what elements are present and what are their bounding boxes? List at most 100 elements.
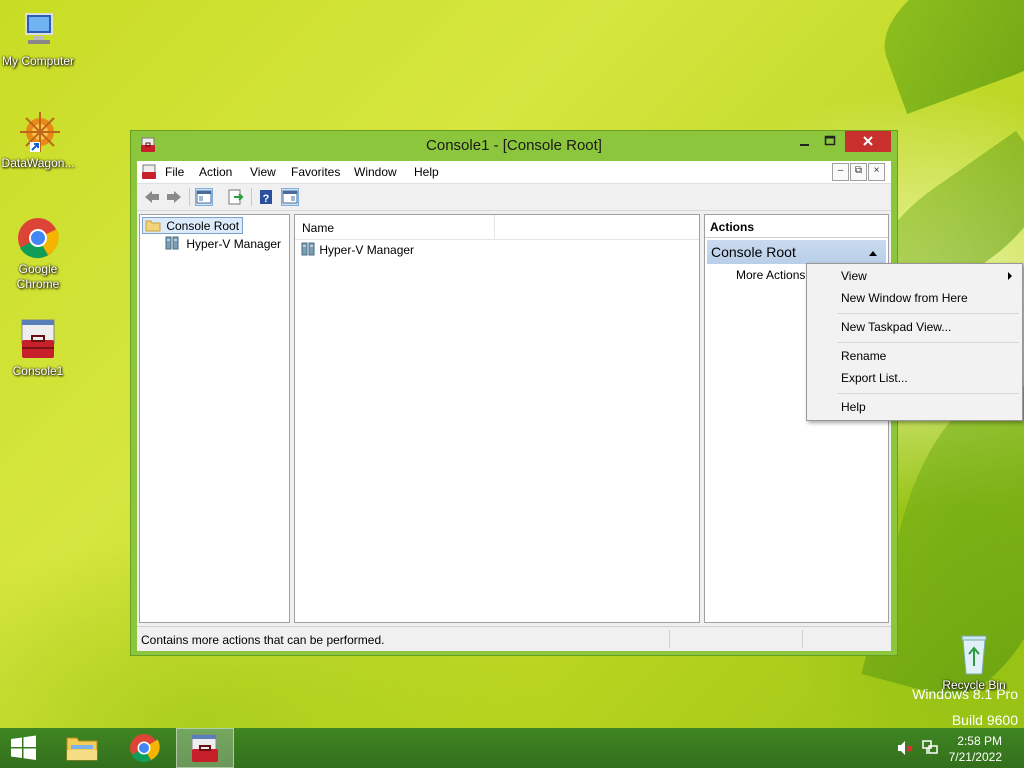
window-title: Console1 - [Console Root] xyxy=(426,137,602,154)
tree-node-label: Hyper-V Manager xyxy=(186,237,282,251)
mdi-minimize-button[interactable]: – xyxy=(832,163,849,181)
export-list-icon xyxy=(228,189,244,205)
toolbar-separator xyxy=(251,188,252,206)
window-client: File Action View Favorites Window Help –… xyxy=(137,161,891,651)
menu-bar: File Action View Favorites Window Help –… xyxy=(137,161,891,184)
start-button[interactable] xyxy=(6,734,40,762)
maximize-button[interactable] xyxy=(817,131,843,153)
folder-icon xyxy=(145,220,161,232)
action-item-label: More Actions xyxy=(736,268,806,282)
actions-header-label: Actions xyxy=(710,220,755,234)
desktop-icon-console1[interactable]: Console1 xyxy=(0,318,76,379)
menu-help[interactable]: Help xyxy=(414,165,439,179)
context-menu-item-new-taskpad-view[interactable]: New Taskpad View... xyxy=(841,320,951,334)
toolbar-separator xyxy=(189,188,190,206)
close-icon xyxy=(863,136,873,146)
taskbar-google-chrome[interactable] xyxy=(115,728,173,768)
desktop-icon-label: Console1 xyxy=(12,364,64,378)
clock-time: 2:58 PM xyxy=(957,734,1002,748)
console-tree-pane[interactable]: Console Root Hyper-V Manager xyxy=(139,214,290,623)
list-item[interactable]: Hyper-V Manager xyxy=(300,242,414,257)
desktop-icon-label: My Computer xyxy=(1,54,75,68)
minimize-button[interactable] xyxy=(791,131,817,153)
menu-separator xyxy=(837,342,1019,343)
menu-action[interactable]: Action xyxy=(199,165,232,179)
menu-favorites[interactable]: Favorites xyxy=(291,165,340,179)
taskbar-console1[interactable] xyxy=(176,728,234,768)
file-explorer-icon xyxy=(66,737,98,761)
export-list-button[interactable] xyxy=(227,188,245,206)
tree-node-console-root[interactable]: Console Root xyxy=(142,217,244,234)
menu-separator xyxy=(837,313,1019,314)
context-menu: View New Window from Here New Taskpad Vi… xyxy=(806,263,1023,421)
desktop-icon-datawagon[interactable]: DataWagon... xyxy=(0,110,76,171)
help-button[interactable]: ? xyxy=(257,188,275,206)
desktop-icon-label: DataWagon... xyxy=(1,156,75,170)
status-text: Contains more actions that can be perfor… xyxy=(141,633,385,647)
os-watermark: Windows 8.1 Pro Build 9600 xyxy=(818,686,1018,728)
toolbar: ? xyxy=(137,184,891,211)
context-menu-item-view[interactable]: View xyxy=(841,269,867,283)
minimize-icon xyxy=(800,144,809,146)
actions-section-header[interactable]: Console Root xyxy=(707,240,886,264)
taskbar: 2:58 PM 7/21/2022 xyxy=(0,728,1024,768)
menu-file[interactable]: File xyxy=(165,165,184,179)
wallpaper-leaf xyxy=(866,0,1024,115)
context-menu-item-help[interactable]: Help xyxy=(841,400,866,414)
results-pane[interactable]: Name Hyper-V Manager xyxy=(294,214,700,623)
list-header: Name xyxy=(295,215,699,240)
actions-header: Actions xyxy=(705,215,888,238)
show-hide-action-pane-button[interactable] xyxy=(281,188,299,206)
desktop-icon-my-computer[interactable]: My Computer xyxy=(0,8,76,69)
action-pane-icon xyxy=(282,190,298,204)
context-menu-item-rename[interactable]: Rename xyxy=(841,349,886,363)
back-button[interactable] xyxy=(143,188,161,206)
volume-muted-icon xyxy=(898,741,913,755)
desktop-icon-recycle-bin[interactable]: Recycle Bin xyxy=(936,632,1012,693)
menu-view[interactable]: View xyxy=(250,165,276,179)
actions-section-label: Console Root xyxy=(711,244,796,260)
taskbar-clock[interactable]: 2:58 PM 7/21/2022 xyxy=(949,733,1002,765)
column-divider[interactable] xyxy=(494,215,495,239)
list-item-label: Hyper-V Manager xyxy=(319,243,415,257)
svg-text:?: ? xyxy=(263,193,270,205)
menu-window[interactable]: Window xyxy=(354,165,397,179)
column-header-name[interactable]: Name xyxy=(302,221,334,235)
clock-date: 7/21/2022 xyxy=(948,750,1002,764)
submenu-arrow-icon xyxy=(1008,272,1012,280)
desktop-icon-google-chrome[interactable]: Google Chrome xyxy=(0,216,76,292)
action-item-more-actions[interactable]: More Actions xyxy=(736,268,805,282)
network-button[interactable] xyxy=(920,740,940,756)
chrome-icon xyxy=(16,216,60,260)
recycle-bin-icon xyxy=(952,632,996,676)
context-menu-item-export-list[interactable]: Export List... xyxy=(841,371,908,385)
forward-button[interactable] xyxy=(165,188,183,206)
volume-button[interactable] xyxy=(896,740,914,756)
datawagon-icon xyxy=(16,110,60,154)
console-toolbox-icon xyxy=(16,318,60,362)
hyper-v-server-icon xyxy=(165,236,179,250)
close-button[interactable] xyxy=(845,131,891,152)
document-icon[interactable] xyxy=(141,164,157,180)
context-menu-item-new-window-from-here[interactable]: New Window from Here xyxy=(841,291,968,305)
desktop-icon-label: Google Chrome xyxy=(16,262,60,291)
computer-icon xyxy=(16,8,60,52)
collapse-arrow-icon[interactable] xyxy=(868,249,878,257)
tree-node-hyper-v-manager[interactable]: Hyper-V Manager xyxy=(164,236,281,253)
back-arrow-icon xyxy=(145,191,159,203)
tree-node-label: Console Root xyxy=(166,219,240,233)
mdi-close-button[interactable]: × xyxy=(868,163,885,181)
menu-separator xyxy=(837,393,1019,394)
console-toolbox-icon xyxy=(191,734,218,762)
chrome-icon xyxy=(130,734,160,763)
taskbar-file-explorer[interactable] xyxy=(53,728,111,768)
status-bar: Contains more actions that can be perfor… xyxy=(137,626,891,651)
mdi-restore-button[interactable]: ⧉ xyxy=(850,163,867,181)
status-separator xyxy=(802,630,803,648)
os-watermark-build: Build 9600 xyxy=(951,712,1018,728)
show-hide-console-tree-button[interactable] xyxy=(195,188,213,206)
forward-arrow-icon xyxy=(167,191,181,203)
mdi-controls: – ⧉ × xyxy=(831,163,885,181)
mmc-window[interactable]: Console1 - [Console Root] File Action Vi… xyxy=(130,130,898,656)
title-bar[interactable]: Console1 - [Console Root] xyxy=(131,131,897,161)
